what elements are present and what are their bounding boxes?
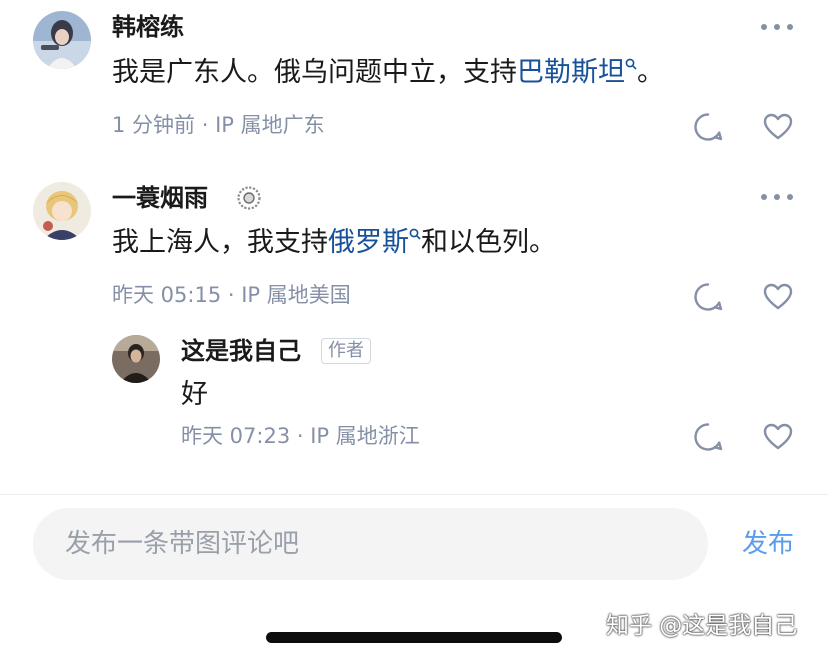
watermark: 知乎 @这是我自己 xyxy=(606,613,798,639)
comment-author[interactable]: 一蓑烟雨 xyxy=(112,183,208,213)
comment-icon[interactable] xyxy=(692,421,724,453)
comment-time: 昨天 05:15 xyxy=(112,283,222,307)
topic-link[interactable]: 俄罗斯 xyxy=(328,227,421,258)
ip-location: IP 属地浙江 xyxy=(310,424,420,448)
home-indicator[interactable] xyxy=(266,632,562,643)
meta-separator: · xyxy=(221,283,242,307)
meta-separator: · xyxy=(195,113,216,137)
comment-meta: 1 分钟前 · IP 属地广东 xyxy=(112,112,325,138)
more-icon[interactable] xyxy=(760,192,794,202)
comment-input[interactable]: 发布一条带图评论吧 xyxy=(33,508,708,580)
identity-badge-icon xyxy=(237,186,261,210)
avatar[interactable] xyxy=(33,182,91,240)
comment-time: 1 分钟前 xyxy=(112,113,196,137)
ip-location: IP 属地美国 xyxy=(241,283,351,307)
search-link-icon xyxy=(625,58,637,70)
comment-body: 我上海人，我支持俄罗斯 和以色列。 xyxy=(112,226,556,260)
like-heart-icon[interactable] xyxy=(762,111,794,143)
topic-link-text: 巴勒斯坦 xyxy=(517,57,625,88)
reply-body: 好 xyxy=(181,379,208,410)
divider xyxy=(0,494,828,495)
author-badge: 作者 xyxy=(321,338,371,364)
avatar[interactable] xyxy=(33,11,91,69)
reply-author[interactable]: 这是我自己 xyxy=(181,336,301,366)
comment-text: 我是广东人。俄乌问题中立，支持 xyxy=(112,57,517,88)
more-icon[interactable] xyxy=(760,22,794,32)
comment-icon[interactable] xyxy=(692,111,724,143)
comment-icon[interactable] xyxy=(692,281,724,313)
comment-meta: 昨天 05:15 · IP 属地美国 xyxy=(112,282,351,308)
reply-meta: 昨天 07:23 · IP 属地浙江 xyxy=(181,423,420,449)
reply-time: 昨天 07:23 xyxy=(181,424,291,448)
comment-page: 韩榕练 我是广东人。俄乌问题中立，支持巴勒斯坦。 1 分钟前 · IP 属地广东 xyxy=(0,0,828,659)
comment-author[interactable]: 韩榕练 xyxy=(112,12,184,42)
comment-text-tail: 。 xyxy=(637,57,664,88)
like-heart-icon[interactable] xyxy=(762,421,794,453)
topic-link[interactable]: 巴勒斯坦 xyxy=(517,57,637,88)
comment-text-tail: 和以色列。 xyxy=(421,227,556,258)
comment-input-placeholder: 发布一条带图评论吧 xyxy=(65,529,300,559)
send-button[interactable]: 发布 xyxy=(742,527,794,561)
comment-text: 我上海人，我支持 xyxy=(112,227,328,258)
meta-separator: · xyxy=(290,424,311,448)
comment-body: 我是广东人。俄乌问题中立，支持巴勒斯坦。 xyxy=(112,56,664,90)
like-heart-icon[interactable] xyxy=(762,281,794,313)
topic-link-text: 俄罗斯 xyxy=(328,227,409,258)
search-link-icon xyxy=(409,228,421,240)
avatar[interactable] xyxy=(112,335,160,383)
ip-location: IP 属地广东 xyxy=(215,113,325,137)
